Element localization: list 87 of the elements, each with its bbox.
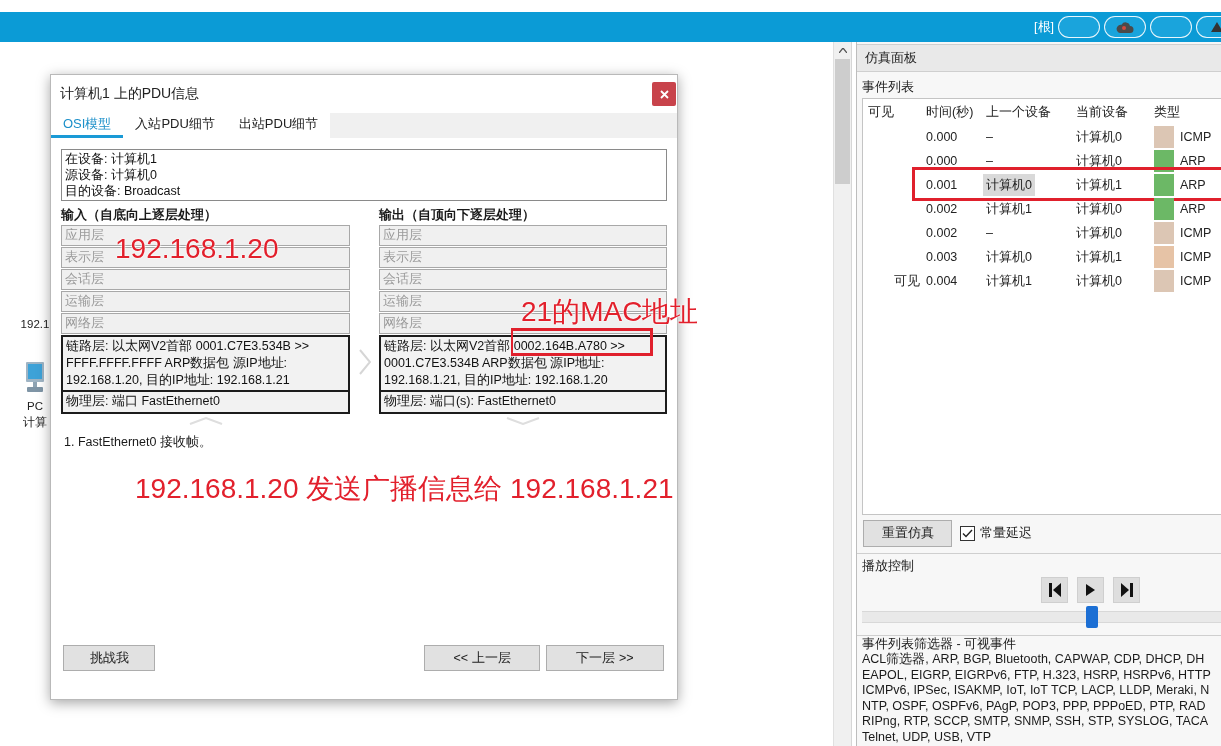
column-header[interactable]: 时间(秒) bbox=[923, 103, 974, 121]
table-cell[interactable]: 计算机1 bbox=[983, 270, 1035, 292]
table-cell-text: 可见 bbox=[893, 273, 921, 290]
section-label: 播放控制 bbox=[862, 558, 914, 575]
scroll-up-icon[interactable] bbox=[838, 48, 847, 53]
info-text: 目的设备: Broadcast bbox=[65, 183, 182, 199]
checkbox[interactable] bbox=[960, 526, 975, 541]
table-cell-text: 计算机1 bbox=[1075, 177, 1123, 194]
triangle-icon bbox=[1211, 22, 1221, 32]
toolbar-button[interactable] bbox=[1104, 16, 1146, 38]
table-cell-text: ICMP bbox=[1180, 225, 1212, 242]
table-cell-text: ICMP bbox=[1180, 273, 1212, 290]
table-cell-text: 计算机0 bbox=[1075, 273, 1123, 290]
osi-layer[interactable]: 物理层: 端口 FastEthernet0 bbox=[61, 392, 350, 414]
table-cell-text: 计算机0 bbox=[1075, 225, 1123, 242]
osi-layer[interactable]: 链路层: 以太网V2首部 0002.164B.A780 >> 0001.C7E3.534B ARP数据包 源IP地址: 192.168.1.21, 目的IP地址: 192.168.1.20 bbox=[379, 335, 667, 392]
challenge-button[interactable]: 挑战我 bbox=[63, 645, 155, 671]
table-cell[interactable]: – bbox=[983, 126, 996, 148]
table-cell-text: ICMP bbox=[1180, 129, 1212, 146]
column-heading: 输入（自底向上逐层处理） bbox=[61, 207, 218, 224]
table-cell-text: 计算机0 bbox=[1075, 153, 1123, 170]
filter-text: EAPOL, EIGRP, EIGRPv6, FTP, H.323, HSRP, HSRPv6, HTTP bbox=[862, 667, 1211, 683]
info-text: 源设备: 计算机0 bbox=[65, 167, 158, 183]
device-name: PC bbox=[27, 399, 43, 414]
section-label: 事件列表 bbox=[862, 79, 914, 96]
device-label: 计算 bbox=[23, 415, 47, 430]
checkbox-label: 常量延迟 bbox=[980, 525, 1032, 542]
table-cell-text: 0.002 bbox=[925, 225, 959, 242]
filter-text: Telnet, UDP, USB, VTP bbox=[862, 729, 991, 745]
status-note: 1. FastEthernet0 接收帧。 bbox=[63, 435, 213, 450]
table-cell-text: 0.003 bbox=[925, 249, 959, 266]
step-forward-button[interactable] bbox=[1113, 577, 1140, 603]
chevron-down-icon bbox=[506, 417, 540, 425]
column-header[interactable]: 类型 bbox=[1151, 103, 1180, 121]
scrollbar[interactable] bbox=[833, 42, 852, 746]
table-cell[interactable]: 计算机0 bbox=[983, 246, 1035, 268]
table-cell[interactable]: 计算机1 bbox=[983, 198, 1035, 220]
column-header[interactable]: 上一个设备 bbox=[983, 103, 1051, 121]
root-label: [根] bbox=[1034, 18, 1054, 36]
panel-header: 仿真面板 bbox=[857, 44, 1221, 72]
table-cell-text: ARP bbox=[1180, 153, 1206, 170]
osi-layer[interactable]: 链路层: 以太网V2首部 0001.C7E3.534B >> FFFF.FFFF.FFFF ARP数据包 源IP地址: 192.168.1.20, 目的IP地址: 192.168.1.21 bbox=[61, 335, 350, 392]
computer-icon[interactable] bbox=[25, 362, 45, 392]
table-cell-text: 0.002 bbox=[925, 201, 959, 218]
filter-text: NTP, OSPF, OSPFv6, PAgP, POP3, PPP, PPPoED, PTP, RAD bbox=[862, 698, 1206, 714]
table-cell-text: 0.001 bbox=[925, 177, 959, 194]
table-cell-text: 0.000 bbox=[925, 129, 959, 146]
next-layer-button[interactable]: 下一层 >> bbox=[546, 645, 664, 671]
filter-text: ICMPv6, IPSec, ISAKMP, IoT, IoT TCP, LACP, LLDP, Meraki, N bbox=[862, 683, 1210, 699]
filter-text: RIPng, RTP, SCCP, SMTP, SNMP, SSH, STP, SYSLOG, TACA bbox=[862, 714, 1209, 730]
previous-layer-button[interactable]: << 上一层 bbox=[424, 645, 540, 671]
filter-text: ACL筛选器, ARP, BGP, Bluetooth, CAPWAP, CDP, DHCP, DH bbox=[862, 652, 1205, 668]
column-header[interactable]: 当前设备 bbox=[1073, 103, 1128, 121]
play-button[interactable] bbox=[1077, 577, 1104, 603]
section-label: 事件列表筛选器 - 可视事件 bbox=[862, 637, 1017, 652]
column-heading: 输出（自顶向下逐层处理） bbox=[379, 207, 536, 224]
annotation-text: 192.168.1.20 发送广播信息给 192.168.1.21 bbox=[135, 475, 674, 503]
checkmark-icon bbox=[962, 529, 973, 538]
table-cell-text: 计算机0 bbox=[1075, 129, 1123, 146]
close-button[interactable] bbox=[652, 82, 676, 106]
skip-back-icon bbox=[1048, 583, 1061, 597]
close-icon bbox=[659, 89, 669, 99]
table-cell[interactable]: – bbox=[983, 222, 996, 244]
cloud-icon bbox=[1116, 21, 1134, 33]
table-cell[interactable]: 计算机0 bbox=[983, 174, 1035, 196]
info-text: 在设备: 计算机1 bbox=[65, 151, 158, 167]
device-address: 192.1 bbox=[20, 317, 50, 332]
dialog-title: 计算机1 上的PDU信息 bbox=[60, 85, 200, 103]
play-icon bbox=[1086, 584, 1095, 596]
table-cell-text: 0.000 bbox=[925, 153, 959, 170]
table-cell-text: ARP bbox=[1180, 201, 1206, 218]
tab[interactable]: OSI模型 bbox=[51, 113, 124, 138]
table-cell-text: ARP bbox=[1180, 177, 1206, 194]
table-cell[interactable]: – bbox=[983, 150, 996, 172]
table-cell-text: 计算机0 bbox=[1075, 201, 1123, 218]
column-header[interactable]: 可见 bbox=[863, 103, 894, 121]
table-cell-text: 计算机1 bbox=[1075, 249, 1123, 266]
reset-button[interactable]: 重置仿真 bbox=[863, 520, 952, 547]
skip-forward-icon bbox=[1120, 583, 1133, 597]
osi-layer[interactable]: 物理层: 端口(s): FastEthernet0 bbox=[379, 392, 667, 414]
table-cell-text: 0.004 bbox=[925, 273, 959, 290]
scrollbar-thumb[interactable] bbox=[835, 59, 850, 184]
slider-thumb[interactable] bbox=[1085, 606, 1098, 628]
chevron-up-icon bbox=[188, 417, 223, 425]
table-cell-text: ICMP bbox=[1180, 249, 1212, 266]
chevron-right-icon bbox=[358, 349, 371, 375]
step-back-button[interactable] bbox=[1041, 577, 1068, 603]
